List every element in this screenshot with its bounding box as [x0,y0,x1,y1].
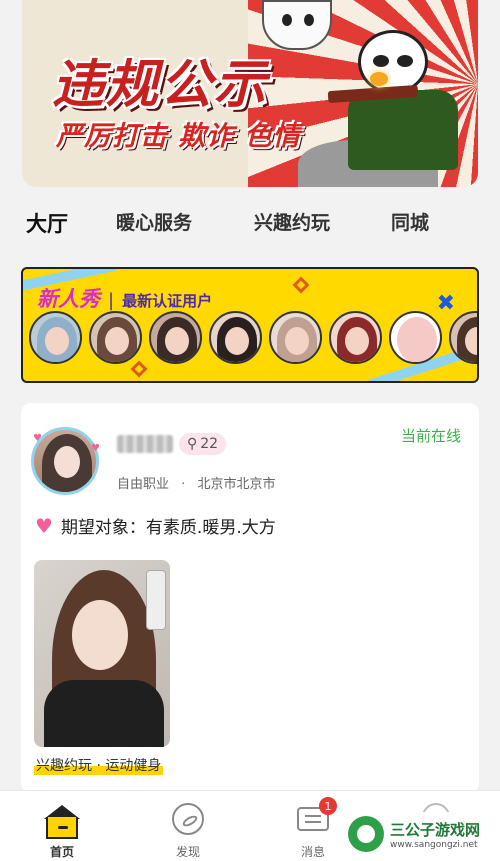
unread-badge: 1 [319,797,337,815]
occupation: 自由职业 [117,477,170,492]
watermark-title: 三公子游戏网 [390,820,481,839]
ghost-illustration [262,0,332,50]
online-status: 当前在线 [400,427,461,445]
nav-label: 消息 [300,845,325,859]
banner-title: 违规公示 [52,55,269,115]
member-avatar[interactable] [29,311,82,364]
avatar-face [45,327,69,355]
tab-label: 同城 [391,212,430,234]
nav-label: 首页 [49,845,74,859]
nav-label: 发现 [175,845,200,859]
home-icon [44,805,80,839]
expectation-text: 期望对象：有素质.暖男.大方 [60,518,276,538]
blurred-username [117,435,173,453]
phone-illustration [146,570,166,630]
avatar-face [165,327,189,355]
panda-icon [358,30,428,94]
tab-label: 兴趣约玩 [254,212,331,234]
photo-face [72,600,128,670]
new-members-avatar-list [29,311,477,364]
meta-dot: · [181,477,186,492]
tab-interest-play[interactable]: 兴趣约玩 [254,208,330,235]
site-watermark: 三公子游戏网 www.sangongzi.net [344,812,494,856]
promo-banner[interactable]: 违规公示 严厉打击 欺诈 色情 [22,0,478,187]
tab-hall[interactable]: 大厅 [22,208,70,238]
age-badge: ⚲ 22 [179,433,227,455]
app-screen: 违规公示 严厉打击 欺诈 色情 大厅 暖心服务 兴趣约玩 同城 新人秀 | 最新… [0,0,500,861]
watermark-url: www.sangongzi.net [390,839,478,850]
new-members-title: 新人秀 [37,287,100,311]
avatar-face [285,327,309,355]
age-value: 22 [200,436,219,452]
member-avatar-pig[interactable] [389,311,442,364]
tab-same-city[interactable]: 同城 [391,208,429,235]
tab-label: 大厅 [26,212,68,236]
new-members-panel: 新人秀 | 最新认证用户 ✖ [21,267,479,383]
member-avatar[interactable] [89,311,142,364]
member-avatar[interactable] [269,311,322,364]
diamond-decor-icon [292,276,310,294]
tab-warm-service[interactable]: 暖心服务 [116,208,192,235]
pig-icon [397,317,437,362]
profile-photo[interactable] [34,560,170,747]
banner-subtitle: 严厉打击 欺诈 色情 [56,121,301,152]
location: 北京市北京市 [197,477,276,492]
category-tabs: 大厅 暖心服务 兴趣约玩 同城 [0,200,500,246]
avatar-face [54,446,80,478]
member-avatar[interactable] [329,311,382,364]
heart-icon: ♥ [35,513,53,538]
tab-label: 暖心服务 [116,212,193,234]
compass-icon [172,803,204,835]
heart-decor-icon: ♥ [33,433,42,444]
interest-tag[interactable]: 兴趣约玩 · 运动健身 [34,755,164,775]
header-separator: | [108,290,115,311]
panda-body-illustration [348,90,458,170]
member-avatar[interactable] [209,311,262,364]
female-icon: ⚲ [187,436,198,452]
expectation-line: ♥ 期望对象：有素质.暖男.大方 [35,513,276,539]
profile-card[interactable]: ♥ ♥ ⚲ 22 当前在线 自由职业 · 北京市北京市 ♥ 期望对象：有素质.暖… [21,403,479,793]
new-members-subtitle: 最新认证用户 [122,292,213,310]
member-avatar[interactable] [149,311,202,364]
avatar-face [105,327,129,355]
avatar-face [345,327,369,355]
heart-decor-icon: ♥ [91,443,100,454]
avatar-face [225,327,249,355]
member-avatar[interactable] [449,311,477,364]
muzzle-flash-illustration [370,72,388,86]
profile-meta: 自由职业 · 北京市北京市 [117,473,275,492]
watermark-logo-icon [348,816,384,852]
new-members-header: 新人秀 | 最新认证用户 [37,283,212,313]
watermark-text: 三公子游戏网 www.sangongzi.net [390,819,480,850]
photo-shirt [44,680,164,747]
